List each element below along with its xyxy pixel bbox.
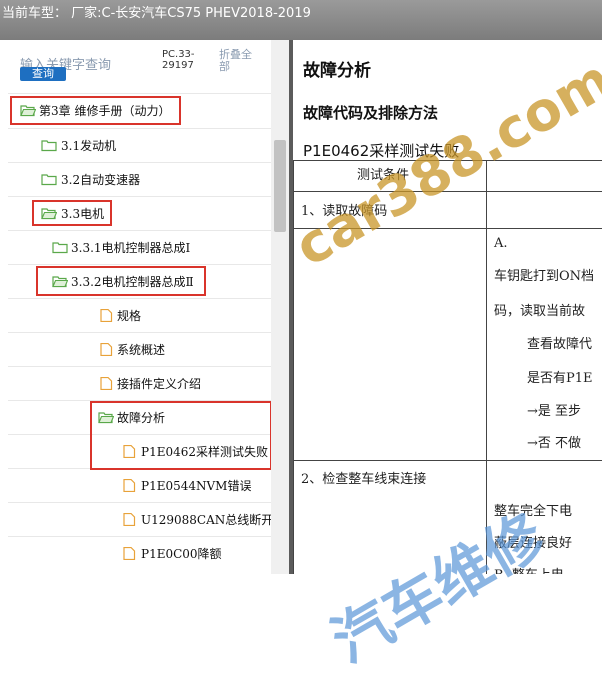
tree-item-label: U129088CAN总线断开 — [141, 513, 274, 527]
tree-item-label: 3.3.1电机控制器总成Ⅰ — [71, 241, 191, 255]
tree-item-p1e0544[interactable]: P1E0544NVM错误 — [8, 468, 271, 502]
document-icon — [100, 343, 113, 356]
title-bar: 当前车型： 厂家:C-长安汽车CS75 PHEV2018-2019 — [0, 0, 602, 40]
table-border — [293, 160, 602, 161]
procedure-text: 是否有P1E — [527, 371, 593, 386]
procedure-text: 查看故障代 — [527, 337, 593, 352]
document-icon — [100, 309, 113, 322]
folder-icon — [52, 242, 68, 254]
fault-code-title: P1E0462采样测试失败 — [303, 142, 460, 160]
procedure-text: 车钥匙打到ON档 — [494, 269, 595, 284]
tree-item-connector[interactable]: 接插件定义介绍 — [8, 366, 271, 400]
tree-item-label: P1E0C00降额 — [141, 547, 222, 561]
table-border — [293, 460, 602, 461]
tree-item-3-1[interactable]: 3.1发动机 — [8, 128, 271, 162]
tree-item-label: P1E0544NVM错误 — [141, 479, 252, 493]
document-subtitle: 故障代码及排除方法 — [303, 104, 439, 122]
tree-scrollbar[interactable] — [271, 40, 289, 574]
procedure-text: 码，读取当前故 — [494, 304, 586, 319]
procedure-text: →否 不做 — [527, 436, 582, 451]
tree-item-spec[interactable]: 规格 — [8, 298, 271, 332]
procedure-text: 蔽层连接良好 — [494, 536, 573, 551]
step-cell: 1、读取故障码 — [301, 204, 388, 219]
highlight-box — [32, 200, 112, 226]
table-border — [293, 160, 294, 574]
tree-item-3-2[interactable]: 3.2自动变速器 — [8, 162, 271, 196]
folder-icon — [41, 140, 57, 152]
table-header-cell: 测试条件 — [357, 168, 410, 183]
tree-item-3-3-1[interactable]: 3.3.1电机控制器总成Ⅰ — [8, 230, 271, 264]
folder-icon — [41, 174, 57, 186]
navigation-pane: 输入关键字查询 查询 PC.33-29197 折叠全部 第3章 维修手册（动力）… — [0, 40, 289, 574]
document-pane: 故障分析 故障代码及排除方法 P1E0462采样测试失败 测试条件 1、读取故障… — [293, 40, 602, 574]
document-title: 故障分析 — [303, 61, 371, 81]
document-icon — [123, 479, 136, 492]
collapse-all-button[interactable]: 折叠全部 — [219, 49, 259, 73]
procedure-text: 整车完全下电 — [494, 504, 573, 519]
tree-item-u129088[interactable]: U129088CAN总线断开 — [8, 502, 274, 536]
pc-code-label: PC.33-29197 — [162, 49, 195, 71]
tree-item-label: 系统概述 — [117, 343, 166, 357]
scrollbar-thumb[interactable] — [274, 140, 286, 232]
document-icon — [123, 547, 136, 560]
tree-item-label: 接插件定义介绍 — [117, 377, 202, 391]
table-border — [293, 228, 602, 229]
tree-item-label: 3.1发动机 — [61, 139, 117, 153]
procedure-text: A. — [494, 236, 508, 251]
table-border — [293, 191, 602, 192]
table-border — [486, 160, 487, 574]
procedure-text: →是 至步 — [527, 404, 582, 419]
highlight-box — [90, 401, 272, 470]
tree-item-overview[interactable]: 系统概述 — [8, 332, 271, 366]
search-button[interactable]: 查询 — [20, 67, 66, 81]
highlight-box — [10, 96, 181, 125]
document-icon — [100, 377, 113, 390]
procedure-text: B. 整车上电 — [494, 564, 564, 574]
document-icon — [123, 513, 136, 526]
tree-item-label: 规格 — [117, 309, 142, 323]
highlight-box — [36, 266, 206, 296]
tree-item-p1e0c00[interactable]: P1E0C00降额 — [8, 536, 271, 570]
tree-item-label: 3.2自动变速器 — [61, 173, 141, 187]
step-cell: 2、检查整车线束连接 — [301, 472, 427, 487]
vehicle-title: 当前车型： 厂家:C-长安汽车CS75 PHEV2018-2019 — [2, 6, 311, 21]
